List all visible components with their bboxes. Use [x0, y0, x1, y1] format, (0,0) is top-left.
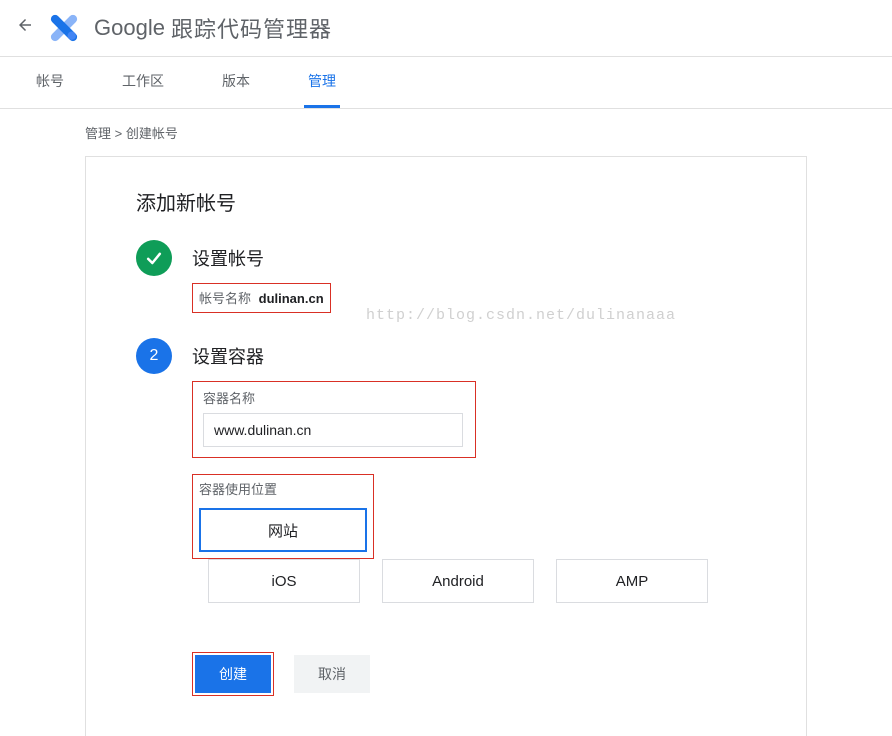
form-actions: 创建 取消	[192, 652, 756, 696]
container-usage-highlight: 容器使用位置 网站	[192, 474, 374, 559]
account-summary-highlight: 帐号名称 dulinan.cn	[192, 283, 331, 313]
account-name-label: 帐号名称	[199, 291, 251, 306]
step-2-number: 2	[150, 347, 159, 365]
tab-account[interactable]: 帐号	[32, 57, 68, 108]
step-1-title: 设置帐号	[192, 245, 756, 271]
step-2-title: 设置容器	[192, 343, 870, 369]
brand-sub: 跟踪代码管理器	[171, 12, 332, 44]
platform-option-android[interactable]: Android	[382, 559, 534, 603]
account-summary: 帐号名称 dulinan.cn	[199, 291, 324, 306]
account-name-value: dulinan.cn	[259, 291, 324, 306]
container-name-input[interactable]	[203, 413, 463, 447]
nav-tabs: 帐号 工作区 版本 管理	[0, 57, 892, 109]
platform-option-amp[interactable]: AMP	[556, 559, 708, 603]
platform-option-web[interactable]: 网站	[199, 508, 367, 552]
brand-google: Google	[94, 15, 165, 41]
step-2-marker: 2	[136, 338, 172, 374]
create-button[interactable]: 创建	[195, 655, 271, 693]
brand-title: Google 跟踪代码管理器	[94, 12, 332, 44]
create-button-highlight: 创建	[192, 652, 274, 696]
tab-admin[interactable]: 管理	[304, 57, 340, 108]
platform-option-ios[interactable]: iOS	[208, 559, 360, 603]
container-name-label: 容器名称	[203, 388, 465, 407]
step-2: 2 设置容器 容器名称 容器使用位置 网站 iOS Android AMP	[136, 338, 756, 609]
gtm-logo-icon	[50, 14, 78, 42]
tab-workspace[interactable]: 工作区	[118, 57, 168, 108]
back-arrow-icon[interactable]	[16, 16, 34, 40]
container-name-highlight: 容器名称	[192, 381, 476, 458]
app-header: Google 跟踪代码管理器	[0, 0, 892, 57]
tab-versions[interactable]: 版本	[218, 57, 254, 108]
content-card: http://blog.csdn.net/dulinanaaa 添加新帐号 设置…	[85, 156, 807, 736]
cancel-button[interactable]: 取消	[294, 655, 370, 693]
breadcrumb: 管理 > 创建帐号	[0, 109, 892, 156]
card-title: 添加新帐号	[136, 187, 756, 216]
step-1: 设置帐号 帐号名称 dulinan.cn	[136, 240, 756, 313]
container-usage-group: 容器使用位置 网站 iOS Android AMP	[192, 474, 870, 609]
step-1-marker-done	[136, 240, 172, 276]
container-usage-label: 容器使用位置	[199, 479, 367, 498]
